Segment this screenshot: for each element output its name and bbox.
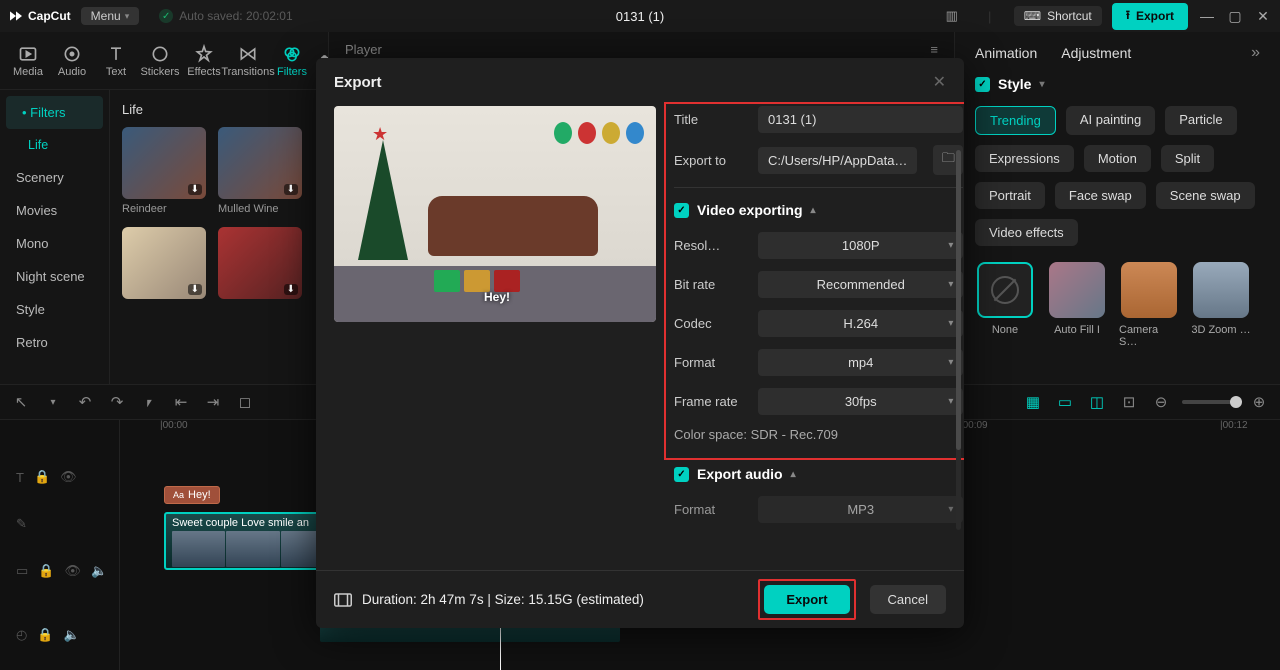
collapse-icon[interactable]: ▴ bbox=[791, 469, 796, 480]
dialog-title: Export bbox=[334, 74, 382, 91]
export-button[interactable]: Export bbox=[764, 585, 849, 614]
close-icon[interactable]: ✕ bbox=[933, 72, 946, 92]
format-select[interactable]: mp4▾ bbox=[758, 349, 963, 376]
codec-label: Codec bbox=[674, 316, 748, 331]
title-input[interactable] bbox=[758, 106, 963, 133]
chevron-down-icon: ▾ bbox=[948, 240, 953, 251]
exportto-input[interactable]: C:/Users/HP/AppData… bbox=[758, 147, 917, 174]
cancel-button[interactable]: Cancel bbox=[870, 585, 946, 614]
chevron-down-icon: ▾ bbox=[948, 504, 953, 515]
check-icon[interactable]: ✓ bbox=[674, 203, 689, 218]
estimate-text: Duration: 2h 47m 7s | Size: 15.15G (esti… bbox=[362, 592, 644, 607]
modal-overlay: Export ✕ Hey! Titl bbox=[0, 0, 1280, 670]
format-label: Format bbox=[674, 355, 748, 370]
resolution-label: Resol… bbox=[674, 238, 748, 253]
codec-select[interactable]: H.264▾ bbox=[758, 310, 963, 337]
check-icon[interactable]: ✓ bbox=[674, 467, 689, 482]
exportto-label: Export to bbox=[674, 153, 748, 168]
export-dialog: Export ✕ Hey! Titl bbox=[316, 58, 964, 628]
highlight-box: Export bbox=[758, 579, 855, 620]
export-preview: Hey! bbox=[334, 106, 656, 322]
color-space-text: Color space: SDR - Rec.709 bbox=[674, 427, 963, 442]
dialog-scrollbar[interactable] bbox=[956, 150, 961, 530]
chevron-down-icon: ▾ bbox=[948, 279, 953, 290]
bitrate-select[interactable]: Recommended▾ bbox=[758, 271, 963, 298]
audio-format-label: Format bbox=[674, 502, 748, 517]
framerate-select[interactable]: 30fps▾ bbox=[758, 388, 963, 415]
framerate-label: Frame rate bbox=[674, 394, 748, 409]
chevron-down-icon: ▾ bbox=[948, 396, 953, 407]
film-icon bbox=[334, 593, 352, 607]
bitrate-label: Bit rate bbox=[674, 277, 748, 292]
title-label: Title bbox=[674, 112, 748, 127]
video-exporting-heading: Video exporting bbox=[697, 202, 803, 218]
preview-caption: Hey! bbox=[484, 290, 510, 304]
export-audio-heading: Export audio bbox=[697, 466, 783, 482]
collapse-icon[interactable]: ▴ bbox=[811, 205, 816, 216]
audio-format-select[interactable]: MP3▾ bbox=[758, 496, 963, 523]
chevron-down-icon: ▾ bbox=[948, 357, 953, 368]
chevron-down-icon: ▾ bbox=[948, 318, 953, 329]
resolution-select[interactable]: 1080P▾ bbox=[758, 232, 963, 259]
